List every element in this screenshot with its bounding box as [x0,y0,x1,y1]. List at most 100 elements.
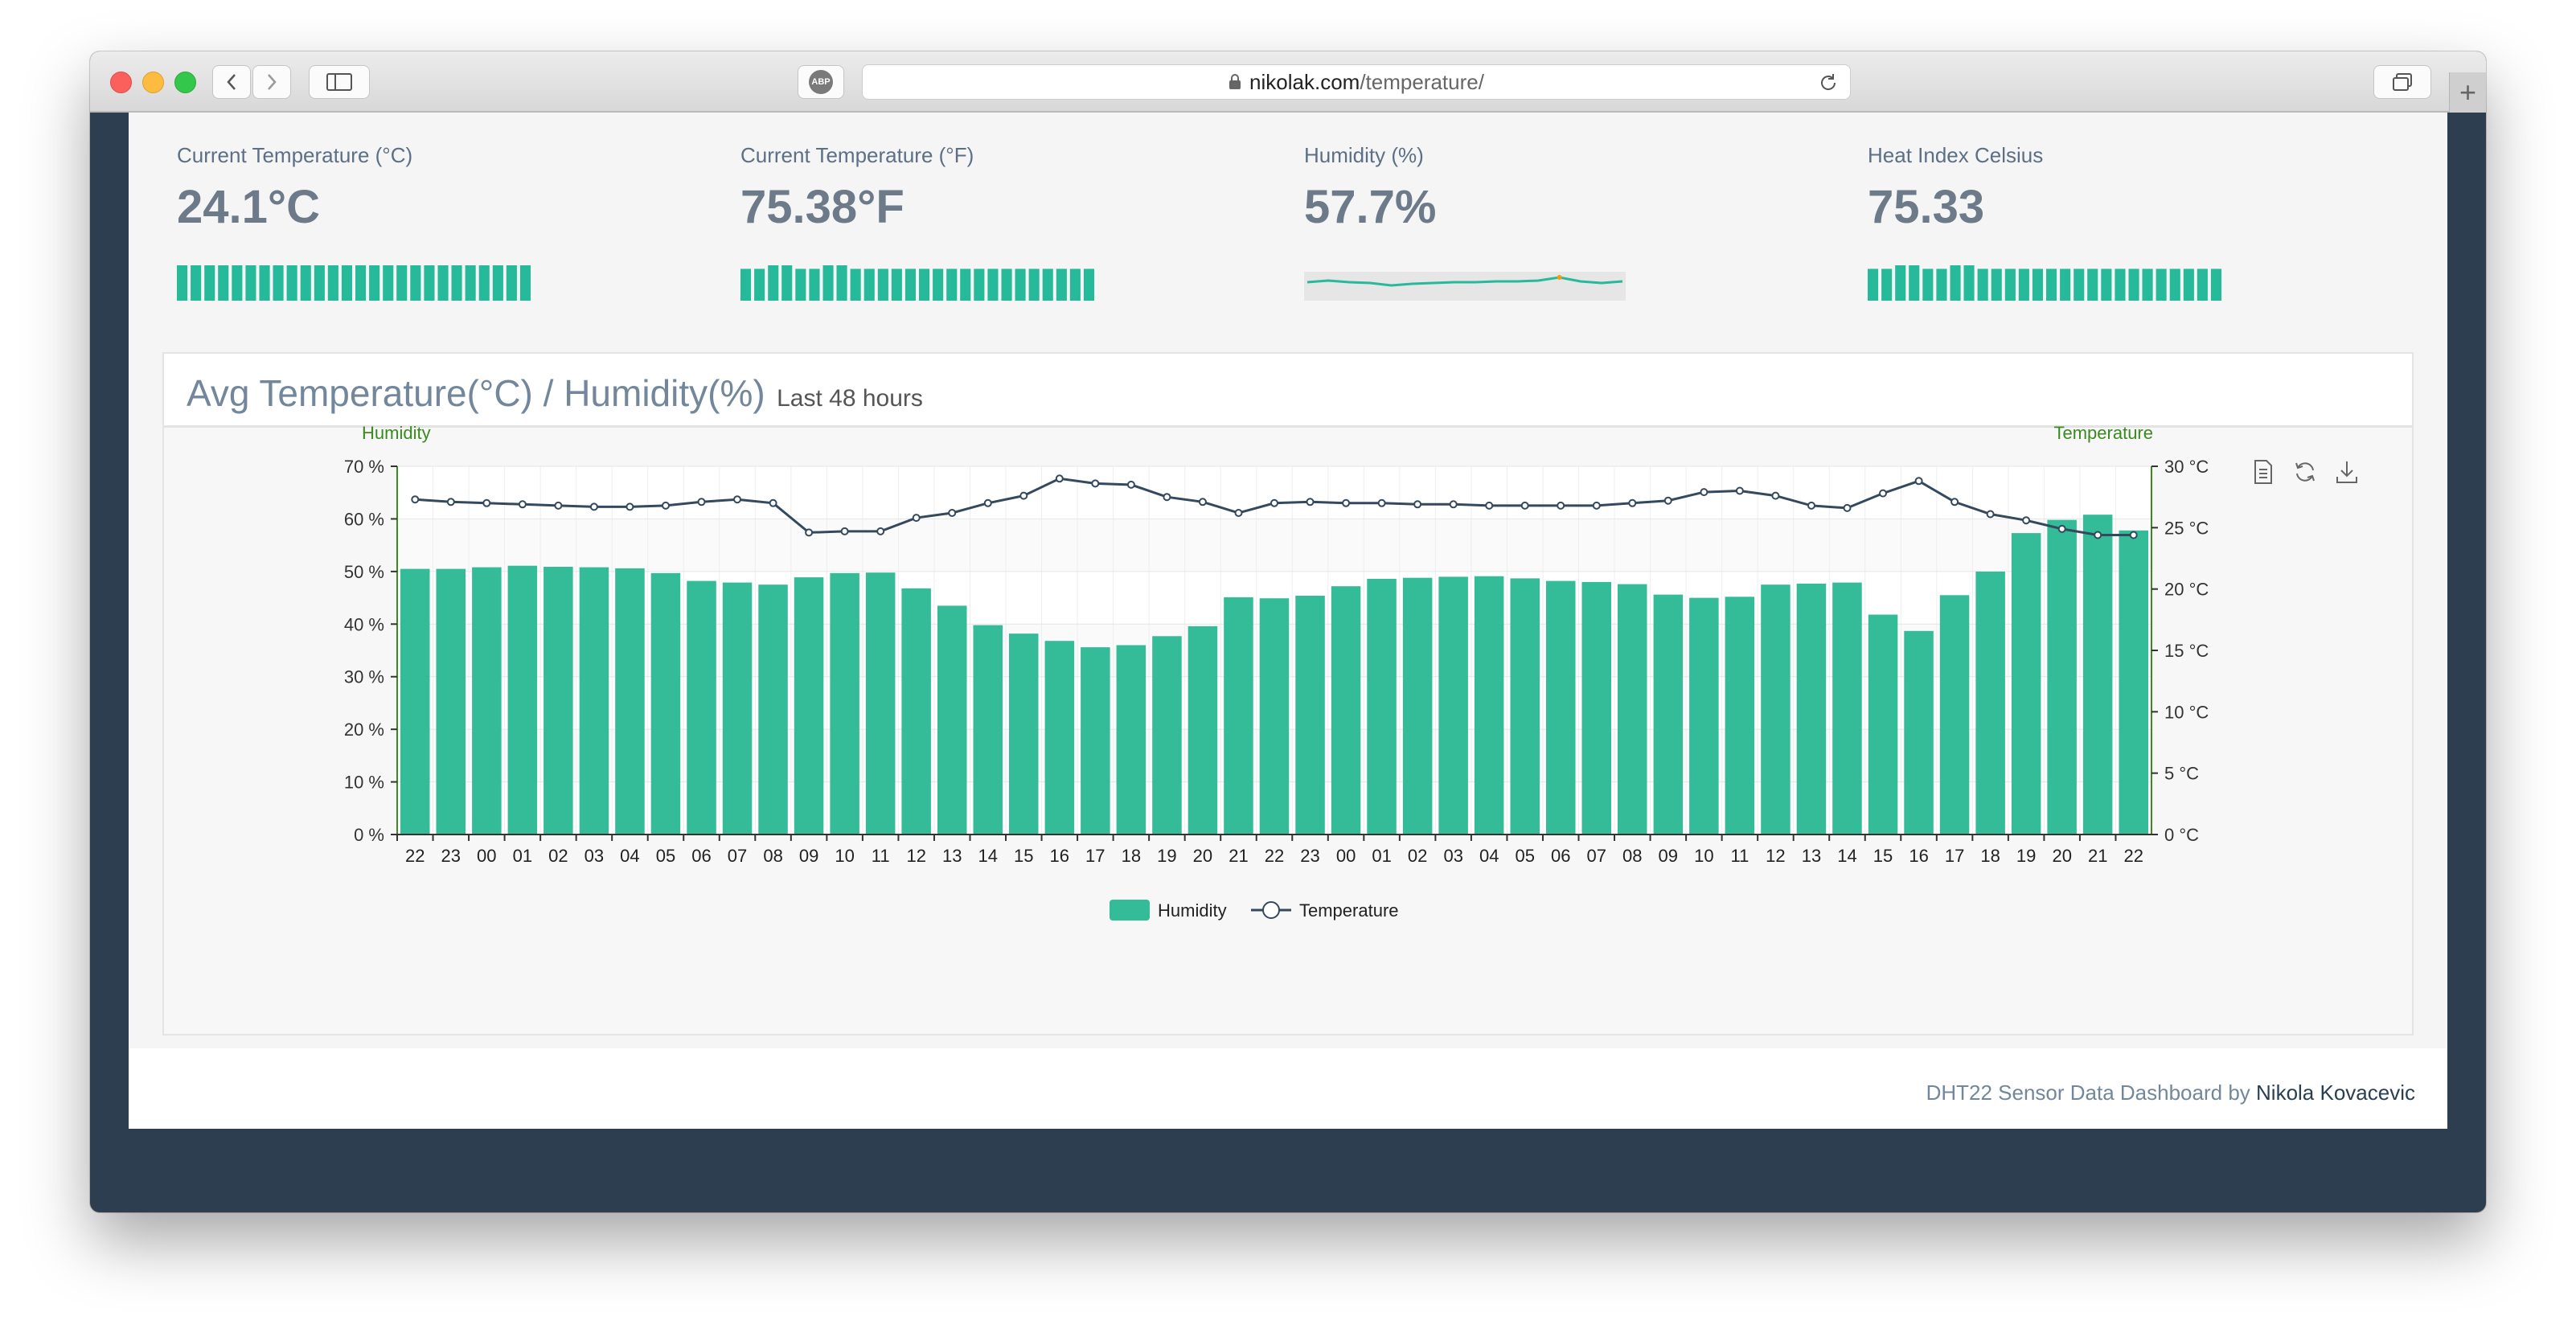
temperature-point[interactable] [1126,480,1135,489]
temperature-point[interactable] [912,514,921,523]
humidity-bar[interactable] [400,568,430,835]
humidity-bar[interactable] [1152,636,1182,835]
humidity-bar[interactable] [901,588,931,835]
humidity-bar[interactable] [472,567,502,835]
temperature-point[interactable] [1771,491,1780,500]
humidity-bar[interactable] [1116,645,1146,835]
temperature-point[interactable] [1557,501,1565,510]
temperature-point[interactable] [2022,516,2031,525]
temperature-point[interactable] [1485,501,1494,510]
temperature-point[interactable] [1950,498,1959,506]
humidity-bar[interactable] [1546,580,1576,835]
back-button[interactable] [212,65,251,99]
temperature-point[interactable] [1986,510,1995,519]
sidebar-toggle-button[interactable] [309,65,370,99]
temperature-point[interactable] [697,498,706,506]
temperature-point[interactable] [1807,501,1815,510]
humidity-bar[interactable] [1367,579,1397,835]
temperature-point[interactable] [1413,500,1422,509]
humidity-bar[interactable] [1331,586,1361,835]
save-image-button[interactable] [2333,458,2361,486]
humidity-bar[interactable] [1224,597,1253,835]
temperature-point[interactable] [1735,486,1744,495]
humidity-bar[interactable] [579,567,609,835]
temperature-point[interactable] [1306,498,1315,506]
forward-button[interactable] [252,65,291,99]
humidity-bar[interactable] [1402,577,1433,835]
humidity-bar[interactable] [865,572,896,835]
data-view-button[interactable] [2250,458,2277,486]
temperature-point[interactable] [1628,498,1637,507]
temperature-point[interactable] [626,502,634,511]
temperature-point[interactable] [1270,498,1278,507]
temperature-point[interactable] [983,498,992,507]
legend-label-humidity[interactable]: Humidity [1158,900,1227,921]
temperature-point[interactable] [554,501,563,510]
reload-icon[interactable] [1818,72,1839,93]
temperature-point[interactable] [1700,488,1708,497]
humidity-bar[interactable] [1510,578,1540,835]
temperature-point[interactable] [2057,524,2066,533]
humidity-bar[interactable] [1689,597,1719,835]
temperature-point[interactable] [1234,509,1243,517]
temperature-point[interactable] [1520,501,1529,510]
humidity-bar[interactable] [2082,515,2113,835]
humidity-bar[interactable] [1761,584,1790,835]
humidity-bar[interactable] [830,572,859,835]
humidity-bar[interactable] [1618,584,1647,835]
humidity-bar[interactable] [1438,576,1468,835]
humidity-bar[interactable] [1009,634,1039,835]
temperature-point[interactable] [1163,493,1171,502]
humidity-bar[interactable] [615,568,645,835]
temperature-point[interactable] [805,528,814,537]
temperature-point[interactable] [1377,498,1386,507]
humidity-bar[interactable] [722,582,753,835]
humidity-bar[interactable] [1044,641,1075,835]
temperature-point[interactable] [840,527,849,535]
temperature-point[interactable] [662,501,670,510]
minimize-window-button[interactable] [142,72,164,93]
temperature-point[interactable] [482,498,491,507]
humidity-bar[interactable] [1259,598,1290,835]
humidity-bar[interactable] [1868,614,1898,835]
temperature-point[interactable] [2129,531,2138,539]
temperature-point[interactable] [733,495,741,504]
restore-button[interactable] [2291,458,2319,486]
temperature-point[interactable] [1055,474,1064,483]
temperature-point[interactable] [1592,501,1601,510]
humidity-bar[interactable] [2119,530,2149,835]
legend-label-temperature[interactable]: Temperature [1299,900,1399,921]
humidity-bar[interactable] [1832,582,1862,835]
temperature-point[interactable] [2094,531,2102,539]
humidity-bar[interactable] [544,567,573,835]
legend-swatch-humidity[interactable] [1110,900,1150,921]
humidity-bar[interactable] [1581,581,1612,835]
humidity-bar[interactable] [794,577,824,835]
tab-overview-button[interactable] [2373,65,2431,99]
temperature-point[interactable] [1019,491,1028,500]
temperature-point[interactable] [1091,479,1100,488]
temperature-point[interactable] [589,502,598,511]
temperature-point[interactable] [1663,496,1672,505]
temperature-point[interactable] [1342,498,1351,507]
temperature-point[interactable] [769,498,777,507]
address-bar[interactable]: nikolak.com/temperature/ [862,64,1851,100]
temperature-point[interactable] [1879,489,1887,498]
humidity-bar[interactable] [1796,583,1827,835]
humidity-bar[interactable] [1904,630,1934,835]
temperature-point[interactable] [411,495,420,504]
humidity-bar[interactable] [2047,519,2077,835]
temperature-point[interactable] [1198,498,1207,506]
humidity-bar[interactable] [436,568,466,835]
temperature-point[interactable] [1449,500,1458,509]
humidity-bar[interactable] [1653,594,1684,835]
humidity-bar[interactable] [1295,596,1325,835]
humidity-bar[interactable] [1081,647,1110,835]
humidity-bar[interactable] [758,584,788,835]
humidity-bar[interactable] [1939,595,1970,835]
humidity-bar[interactable] [687,580,716,835]
temperature-point[interactable] [518,500,527,509]
temperature-point[interactable] [446,498,455,506]
temperature-point[interactable] [1843,503,1852,512]
humidity-bar[interactable] [937,605,967,835]
